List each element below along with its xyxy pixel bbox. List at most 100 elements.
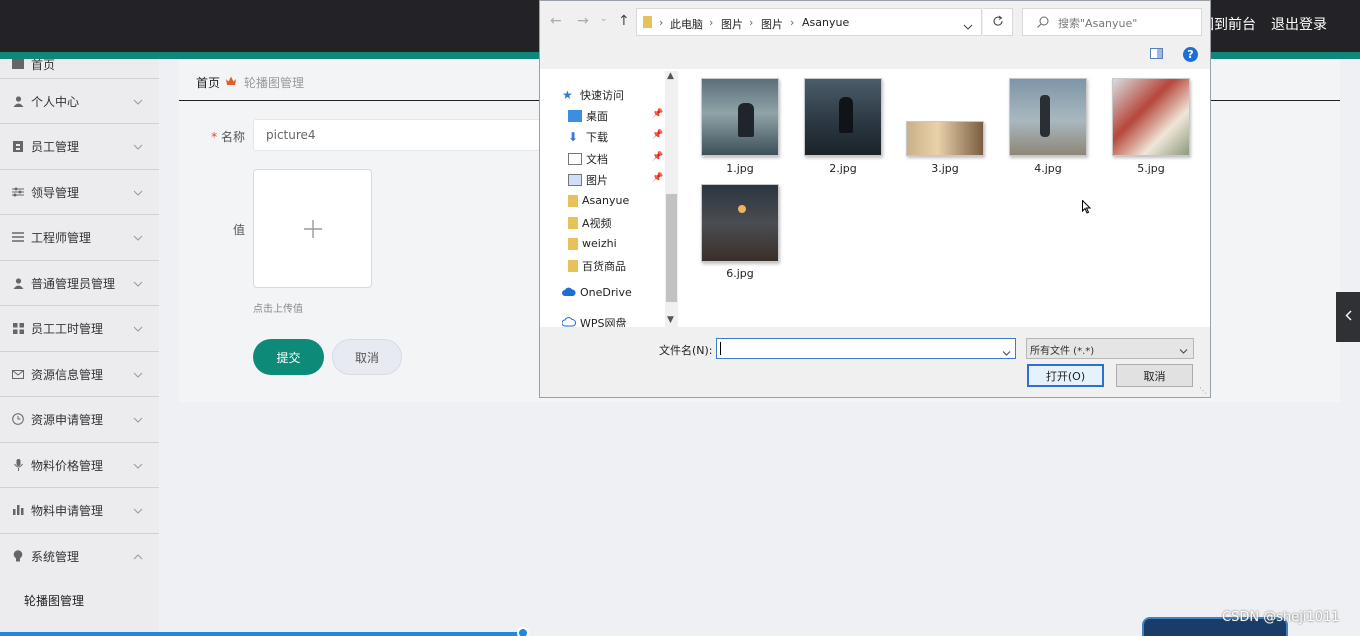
- file-thumbnail[interactable]: [1112, 78, 1190, 156]
- file-thumbnail[interactable]: [906, 121, 984, 156]
- sidebar-item-worktime[interactable]: 员工工时管理: [0, 305, 159, 350]
- pin-icon: 📌: [652, 152, 664, 162]
- chevron-down-icon: [133, 412, 143, 426]
- sidebar-item-material-apply[interactable]: 物料申请管理: [0, 487, 159, 532]
- cancel-button[interactable]: 取消: [332, 339, 402, 375]
- nav-folder-weizhi[interactable]: weizhi: [568, 237, 617, 250]
- grid-icon: [12, 322, 24, 334]
- file-thumbnail[interactable]: [1009, 78, 1087, 156]
- sliders-icon: [12, 186, 24, 198]
- forward-arrow-icon[interactable]: →: [577, 13, 589, 29]
- file-name[interactable]: 6.jpg: [701, 267, 779, 280]
- nav-onedrive[interactable]: OneDrive: [562, 286, 632, 299]
- figure-silhouette: [839, 97, 853, 133]
- logout-link[interactable]: 退出登录: [1271, 14, 1327, 34]
- sidebar-item-leader[interactable]: 领导管理: [0, 169, 159, 214]
- file-name[interactable]: 3.jpg: [906, 162, 984, 175]
- nav-label: 下载: [586, 131, 608, 144]
- nav-scroll-thumb[interactable]: [666, 194, 677, 302]
- recent-dropdown-icon[interactable]: ⌄: [600, 14, 608, 24]
- search-icon: [1037, 16, 1049, 31]
- side-drawer-toggle[interactable]: [1336, 292, 1360, 342]
- refresh-button[interactable]: [983, 8, 1013, 36]
- dialog-cancel-button[interactable]: 取消: [1116, 364, 1193, 387]
- scroll-down-icon[interactable]: ▼: [667, 315, 674, 325]
- sidebar-item-resource-apply[interactable]: 资源申请管理: [0, 396, 159, 441]
- sidebar-item-personal[interactable]: 个人中心: [0, 78, 159, 123]
- breadcrumb-home[interactable]: 首页: [196, 74, 220, 91]
- chevron-down-icon[interactable]: [1002, 346, 1011, 359]
- list-icon: [12, 231, 24, 243]
- sidebar-subitem-carousel[interactable]: 轮播图管理: [24, 592, 84, 609]
- path-segment[interactable]: Asanyue: [802, 16, 849, 29]
- video-progress-bar[interactable]: [0, 632, 522, 636]
- path-segment[interactable]: 此电脑: [670, 16, 703, 32]
- sidebar-item-resource-info[interactable]: 资源信息管理: [0, 351, 159, 396]
- mic-icon: [12, 459, 24, 471]
- nav-downloads[interactable]: ⬇ 下载: [568, 129, 608, 145]
- folder-icon: [568, 260, 578, 272]
- sidebar-item-employee[interactable]: 员工管理: [0, 123, 159, 168]
- search-placeholder: 搜索"Asanyue": [1058, 17, 1138, 30]
- nav-folder-goods[interactable]: 百货商品: [568, 258, 626, 274]
- nav-desktop[interactable]: 桌面: [568, 108, 608, 124]
- image-upload-box[interactable]: [253, 169, 372, 288]
- file-thumbnail[interactable]: [701, 184, 779, 262]
- file-name[interactable]: 4.jpg: [1009, 162, 1087, 175]
- nav-label: 桌面: [586, 110, 608, 123]
- path-segment[interactable]: 图片: [761, 16, 783, 32]
- value-label: 值: [232, 223, 245, 237]
- name-label: * 名称: [211, 130, 245, 144]
- address-bar[interactable]: › 此电脑 › 图片 › 图片 › Asanyue: [636, 8, 982, 36]
- file-name[interactable]: 2.jpg: [804, 162, 882, 175]
- chevron-down-icon: [133, 367, 143, 381]
- path-separator: ›: [790, 16, 795, 29]
- filename-input[interactable]: [716, 338, 1016, 359]
- chevron-up-icon: [133, 549, 143, 563]
- pin-icon: 📌: [652, 173, 664, 183]
- user-icon: [12, 277, 24, 289]
- nav-folder-a-video[interactable]: A视频: [568, 215, 612, 231]
- name-input[interactable]: picture4: [253, 119, 541, 151]
- back-arrow-icon[interactable]: ←: [550, 13, 562, 29]
- clock-icon: [12, 413, 24, 425]
- sidebar-item-admin[interactable]: 普通管理员管理: [0, 260, 159, 305]
- path-segment[interactable]: 图片: [721, 16, 743, 32]
- download-icon: ⬇: [568, 130, 579, 144]
- nav-quick-access[interactable]: ★ 快速访问: [562, 87, 624, 103]
- filename-label: 文件名(N):: [659, 344, 713, 357]
- file-thumbnail[interactable]: [701, 78, 779, 156]
- file-thumbnail[interactable]: [804, 78, 882, 156]
- chevron-down-icon: [133, 139, 143, 153]
- nav-pictures[interactable]: 图片: [568, 172, 608, 188]
- video-progress-knob[interactable]: [517, 627, 529, 636]
- sidebar-item-engineer[interactable]: 工程师管理: [0, 214, 159, 259]
- file-name[interactable]: 1.jpg: [701, 162, 779, 175]
- nav-folder-asanyue[interactable]: Asanyue: [568, 194, 629, 207]
- name-label-text: 名称: [220, 130, 245, 144]
- mouse-cursor-icon: [1082, 199, 1092, 217]
- file-name[interactable]: 5.jpg: [1112, 162, 1190, 175]
- resize-grip-icon[interactable]: ⋱: [1199, 386, 1207, 395]
- sidebar-item-system[interactable]: 系统管理: [0, 533, 159, 578]
- search-box[interactable]: 搜索"Asanyue": [1022, 8, 1202, 36]
- nav-label: A视频: [582, 217, 612, 230]
- preview-pane-icon[interactable]: [1150, 48, 1163, 59]
- help-icon[interactable]: ?: [1183, 47, 1198, 62]
- sidebar-item-home[interactable]: 首页: [0, 49, 159, 79]
- sidebar-item-material-price[interactable]: 物料价格管理: [0, 442, 159, 487]
- folder-icon: [568, 217, 578, 229]
- up-arrow-icon[interactable]: ↑: [618, 13, 630, 29]
- chevron-down-icon: [133, 321, 143, 335]
- scroll-up-icon[interactable]: ▲: [667, 71, 674, 81]
- sidebar-item-label: 个人中心: [31, 94, 80, 109]
- submit-button[interactable]: 提交: [253, 339, 324, 375]
- nav-label: Asanyue: [582, 194, 630, 207]
- user-icon: [12, 95, 24, 107]
- chevron-down-icon[interactable]: [963, 19, 973, 33]
- filetype-select[interactable]: 所有文件 (*.*): [1026, 338, 1194, 359]
- open-button[interactable]: 打开(O): [1027, 364, 1104, 387]
- path-separator: ›: [659, 16, 664, 29]
- nav-documents[interactable]: 文档: [568, 151, 608, 167]
- nav-label: 快速访问: [580, 89, 624, 102]
